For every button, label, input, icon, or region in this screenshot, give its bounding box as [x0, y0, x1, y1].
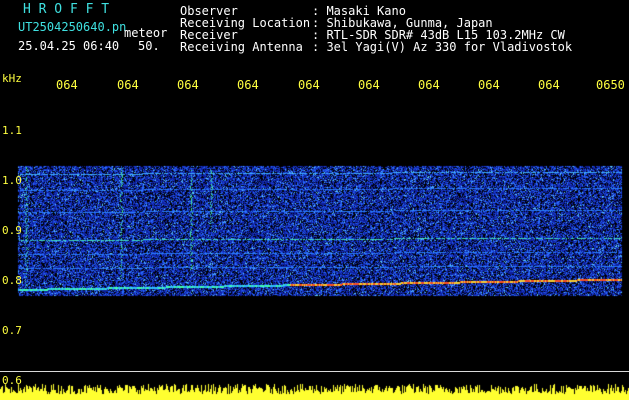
time-tick: 064	[56, 78, 78, 92]
header-value: 50.	[138, 39, 160, 53]
time-tick: 064	[538, 78, 560, 92]
noise-baseline	[0, 371, 629, 372]
frequency-tick: 0.9	[2, 224, 22, 237]
frequency-tick: 1.0	[2, 174, 22, 187]
time-tick: 064	[117, 78, 139, 92]
time-tick: 064	[237, 78, 259, 92]
frequency-tick: 0.8	[2, 274, 22, 287]
frequency-tick: 1.1	[2, 124, 22, 137]
time-tick: 064	[358, 78, 380, 92]
time-tick: 064	[298, 78, 320, 92]
date-time: 25.04.25 06:40	[18, 39, 120, 53]
time-axis: 064 064 064 064 064 064 064 064 064 0650	[0, 78, 629, 98]
detection-tag: meteor	[124, 26, 168, 40]
frequency-axis: kHz 1.1 1.0 0.9 0.8 0.7 0.6	[0, 70, 24, 400]
app-name: H R O F F T	[23, 2, 110, 17]
frequency-tick: 0.6	[2, 374, 22, 387]
file-name: UT2504250640.pn	[18, 20, 127, 34]
time-tick: 0650	[596, 78, 625, 92]
frequency-unit: kHz	[2, 72, 22, 85]
header: H R O F F T UT2504250640.pn meteor 25.04…	[0, 0, 629, 70]
time-tick: 064	[478, 78, 500, 92]
time-tick: 064	[177, 78, 199, 92]
field-label-antenna: Receiving Antenna	[180, 40, 303, 54]
field-value-antenna: : 3el Yagi(V) Az 330 for Vladivostok	[312, 40, 573, 54]
frequency-tick: 0.7	[2, 324, 22, 337]
time-tick: 064	[418, 78, 440, 92]
